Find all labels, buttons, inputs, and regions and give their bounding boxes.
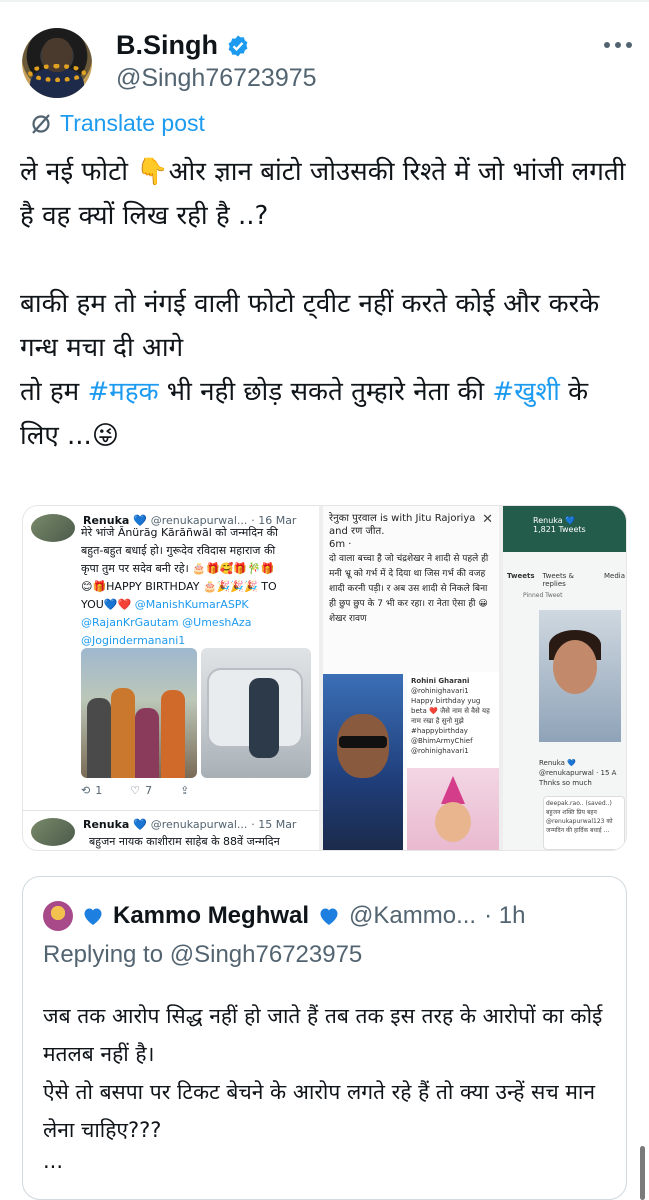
blue-heart-icon	[84, 908, 102, 925]
author-display-name[interactable]: B.Singh	[116, 30, 218, 61]
more-options-icon[interactable]	[604, 42, 632, 48]
tweet-author-line-2: Renuka 💙 @renukapurwal... · 15 Mar	[83, 818, 297, 831]
profile-reply: Renuka 💙 @renukapurwal · 15 A Thnks so m…	[539, 759, 617, 787]
quote-text: जब तक आरोप सिद्ध नहीं हो जाते हैं तब तक …	[43, 997, 613, 1149]
retweet-count: ⟲ 1	[81, 784, 103, 797]
author-avatar[interactable]	[22, 28, 92, 98]
screenshot-panel-tweet: Renuka 💙 @renukapurwal... · 16 Mar मेरे …	[23, 506, 319, 850]
translate-label: Translate post	[60, 110, 205, 136]
woman-selfie-photo	[539, 610, 621, 742]
like-count: ♡ 7	[130, 784, 153, 797]
quote-text-line: जब तक आरोप सिद्ध नहीं हो जाते हैं तब तक …	[43, 1004, 603, 1066]
fb-post-header: रेनुका पुरवाल is with Jitu Rajoriya and …	[329, 513, 476, 550]
blue-heart-icon	[320, 908, 338, 925]
screenshot-panel-facebook: रेनुका पुरवाल is with Jitu Rajoriya and …	[323, 506, 499, 850]
author-handle[interactable]: @Singh76723975	[116, 64, 317, 93]
embedded-tweet-card: Rohini Gharani @rohinighavari1 Happy bir…	[407, 672, 499, 768]
post-paragraph-3: तो हम #महक भी नही छोड़ सकते तुम्हारे नेत…	[20, 377, 597, 451]
tweet-avatar	[31, 514, 75, 542]
translate-icon	[32, 113, 50, 134]
close-icon: ✕	[482, 512, 493, 527]
post-header: B.Singh @Singh76723975	[22, 28, 632, 98]
quoted-card: deepak.rao.. (saved..) बहुजन शक्ति प्रिय…	[543, 796, 625, 850]
post-paragraph-1: ले नई फोटो 👇ओर ज्ञान बांटो जोउसकी रिश्ते…	[20, 157, 634, 231]
top-divider	[0, 0, 649, 2]
author-name-row[interactable]: B.Singh	[116, 30, 250, 61]
scrollbar-thumb[interactable]	[640, 1146, 645, 1200]
tweet-actions: ⟲ 1 ♡ 7 ⇪	[81, 784, 311, 797]
car-photo	[201, 648, 311, 778]
pointing-down-emoji: 👇	[136, 157, 169, 187]
tweet-body: मेरे भांजे Ãnürãg Kãrãñwãl को जन्मदिन की…	[81, 526, 278, 647]
quote-author-handle: @Kammo...	[349, 902, 477, 929]
replying-to-mention[interactable]: @Singh76723975	[170, 941, 363, 968]
profile-tabs: Tweets Tweets & replies Media	[507, 572, 625, 588]
post-paragraph-2: बाकी हम तो नंगई वाली फोटो ट्वीट नहीं करत…	[20, 289, 608, 363]
replying-to-line: Replying to @Singh76723975	[43, 941, 363, 968]
hashtag-link-1[interactable]: #महक	[87, 377, 158, 407]
post-text: ले नई फोटो 👇ओर ज्ञान बांटो जोउसकी रिश्ते…	[20, 150, 630, 458]
quote-truncation: ...	[43, 1149, 64, 1173]
share-icon: ⇪	[180, 784, 190, 797]
screenshot-panel-profile: Renuka 💙 1,821 Tweets Tweets Tweets & rep…	[503, 506, 626, 850]
fb-post-text: दो वाला बच्चा है जो चंद्रशेखर ने शादी से…	[329, 554, 489, 624]
profile-header-bar: Renuka 💙 1,821 Tweets	[503, 506, 626, 552]
hashtag-link-2[interactable]: #खुशी	[492, 377, 559, 407]
tweet-body-2: बहुजन नायक काशीराम साहेब के 88वें जन्मदि…	[89, 835, 280, 848]
man-sunglasses-photo	[323, 674, 403, 850]
quote-header: Kammo Meghwal @Kammo... · 1h	[43, 901, 525, 931]
baby-birthday-photo	[407, 768, 499, 850]
family-photo	[81, 648, 197, 778]
quoted-reply-card[interactable]: Kammo Meghwal @Kammo... · 1h Replying to…	[22, 876, 627, 1200]
tweet-avatar-2	[31, 818, 75, 846]
quote-author-name: Kammo Meghwal	[113, 902, 310, 929]
quote-avatar	[43, 901, 73, 931]
translate-post-button[interactable]: Translate post	[30, 110, 205, 137]
post-media-image[interactable]: Renuka 💙 @renukapurwal... · 16 Mar मेरे …	[22, 505, 627, 851]
verified-badge-icon	[228, 35, 248, 56]
quote-text-line: ऐसे तो बसपा पर टिकट बेचने के आरोप लगते र…	[43, 1080, 595, 1142]
winking-tongue-emoji: 😜	[91, 421, 119, 451]
quote-timestamp: · 1h	[484, 902, 526, 929]
